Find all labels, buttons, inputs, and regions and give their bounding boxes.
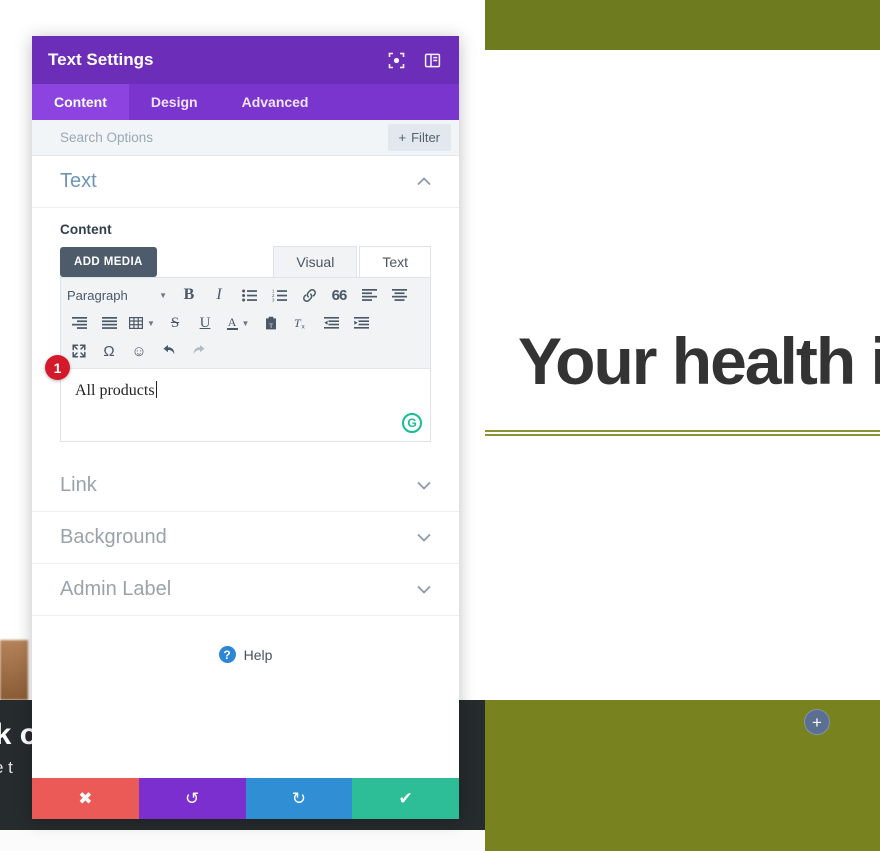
editor-toolbar: Paragraph ▼ B I 1 2 3 66 ▼ S U A ▼ T T x… [61,278,430,369]
svg-text:3: 3 [272,297,275,301]
page-title: Text Settings [48,50,154,69]
top-olive-band [485,0,880,50]
modal-footer: ✖ ↺ ↻ ✔ [32,778,459,819]
section-header-text[interactable]: Text [32,156,459,208]
chevron-down-icon [417,585,431,594]
rich-text-editor: Paragraph ▼ B I 1 2 3 66 ▼ S U A ▼ T T x… [45,277,431,442]
strikethrough-icon[interactable]: S [163,311,187,335]
italic-icon[interactable]: I [207,283,231,307]
plus-icon: + [812,712,822,732]
plus-icon: + [398,130,407,145]
editor-text-value: All products [75,382,155,399]
underline-icon[interactable]: U [193,311,217,335]
divider-rule-bottom [485,434,880,436]
section-header-background[interactable]: Background [32,512,459,564]
question-mark-icon: ? [218,646,236,663]
section-title-background: Background [60,526,167,548]
save-button[interactable]: ✔ [352,778,459,819]
toolbar-row-1: Paragraph ▼ B I 1 2 3 66 [67,282,426,308]
undo-button[interactable]: ↺ [138,778,246,819]
toolbar-row-3: Ω ☺ [67,338,426,364]
tab-text[interactable]: Text [359,246,431,277]
align-justify-icon[interactable] [97,311,121,335]
step-badge-1: 1 [45,355,70,380]
page-bottom-strip [0,830,485,851]
chevron-down-icon [417,533,431,542]
chevron-up-icon [417,177,431,186]
filter-button[interactable]: + Filter [387,124,451,151]
toolbar-row-2: ▼ S U A ▼ T T x [67,310,426,336]
indent-icon[interactable] [349,311,373,335]
chevron-down-icon: ▼ [159,290,167,300]
svg-text:T: T [269,324,273,330]
special-character-icon[interactable]: Ω [97,339,121,363]
link-icon[interactable] [297,283,321,307]
redo-arrow-icon: ↻ [291,788,306,808]
screen: Your health is ck o ove t + Text Setting… [0,0,880,851]
section-title-admin-label: Admin Label [60,578,172,600]
redo-button[interactable]: ↻ [245,778,353,819]
checkmark-icon: ✔ [398,788,413,808]
text-cursor [155,381,157,398]
grammarly-icon[interactable]: G [402,413,422,433]
add-media-button[interactable]: ADD MEDIA [60,247,157,277]
undo-arrow-icon: ↺ [185,788,200,808]
align-right-icon[interactable] [67,311,91,335]
format-select[interactable]: Paragraph ▼ [67,284,167,306]
tab-advanced[interactable]: Advanced [220,84,331,120]
svg-text:x: x [302,324,306,331]
section-header-link[interactable]: Link [32,460,459,512]
add-module-button[interactable]: + [804,709,830,735]
text-settings-modal: Text Settings Content Design Advanced Se… [32,36,459,819]
align-left-icon[interactable] [357,283,381,307]
help-link[interactable]: ? Help [32,616,459,663]
modal-header: Text Settings [32,36,459,84]
paste-as-text-icon[interactable]: T [259,311,283,335]
panel-layout-icon[interactable] [421,49,443,71]
search-input[interactable] [60,130,388,145]
format-select-value: Paragraph [67,287,128,303]
chevron-down-icon: ▼ [241,318,250,328]
photo-wood-edge [0,640,28,700]
text-color-icon[interactable]: A ▼ [223,311,253,335]
undo-icon[interactable] [157,339,181,363]
editor-content-area[interactable]: 1 All products G [45,355,430,441]
search-bar: + Filter [32,120,459,156]
section-header-admin-label[interactable]: Admin Label [32,564,459,616]
fullscreen-icon[interactable] [67,339,91,363]
emoji-icon[interactable]: ☺ [127,339,151,363]
tab-visual[interactable]: Visual [273,246,358,277]
divider-rule-top [485,430,880,432]
cancel-button[interactable]: ✖ [32,778,139,819]
section-title-link: Link [60,474,97,496]
content-field-label: Content [60,222,112,237]
filter-button-label: Filter [411,130,440,145]
editor-toolbar-top: ADD MEDIA Visual Text [60,246,431,277]
help-label: Help [243,646,273,663]
section-title-text: Text [60,170,97,192]
bold-icon[interactable]: B [177,283,201,307]
dark-band-subtitle: ove t [0,758,13,777]
table-icon[interactable]: ▼ [127,311,157,335]
outdent-icon[interactable] [319,311,343,335]
chevron-down-icon: ▼ [147,318,155,328]
blockquote-icon[interactable]: 66 [327,283,351,307]
modal-tabs: Content Design Advanced [32,84,459,120]
tab-design[interactable]: Design [129,84,220,120]
bulleted-list-icon[interactable] [237,283,261,307]
focus-mode-icon[interactable] [385,49,407,71]
section-body-text: Content ADD MEDIA Visual Text Paragraph [32,208,459,460]
modal-body: Text Content ADD MEDIA Visual Text Parag… [32,156,459,778]
align-center-icon[interactable] [387,283,411,307]
chevron-down-icon [417,481,431,490]
close-icon: ✖ [78,788,93,808]
tab-content[interactable]: Content [32,84,129,120]
numbered-list-icon[interactable]: 1 2 3 [267,283,291,307]
redo-icon[interactable] [187,339,211,363]
clear-formatting-icon[interactable]: T x [289,311,313,335]
editor-mode-tabs: Visual Text [273,246,431,277]
hero-heading: Your health is [518,324,880,398]
